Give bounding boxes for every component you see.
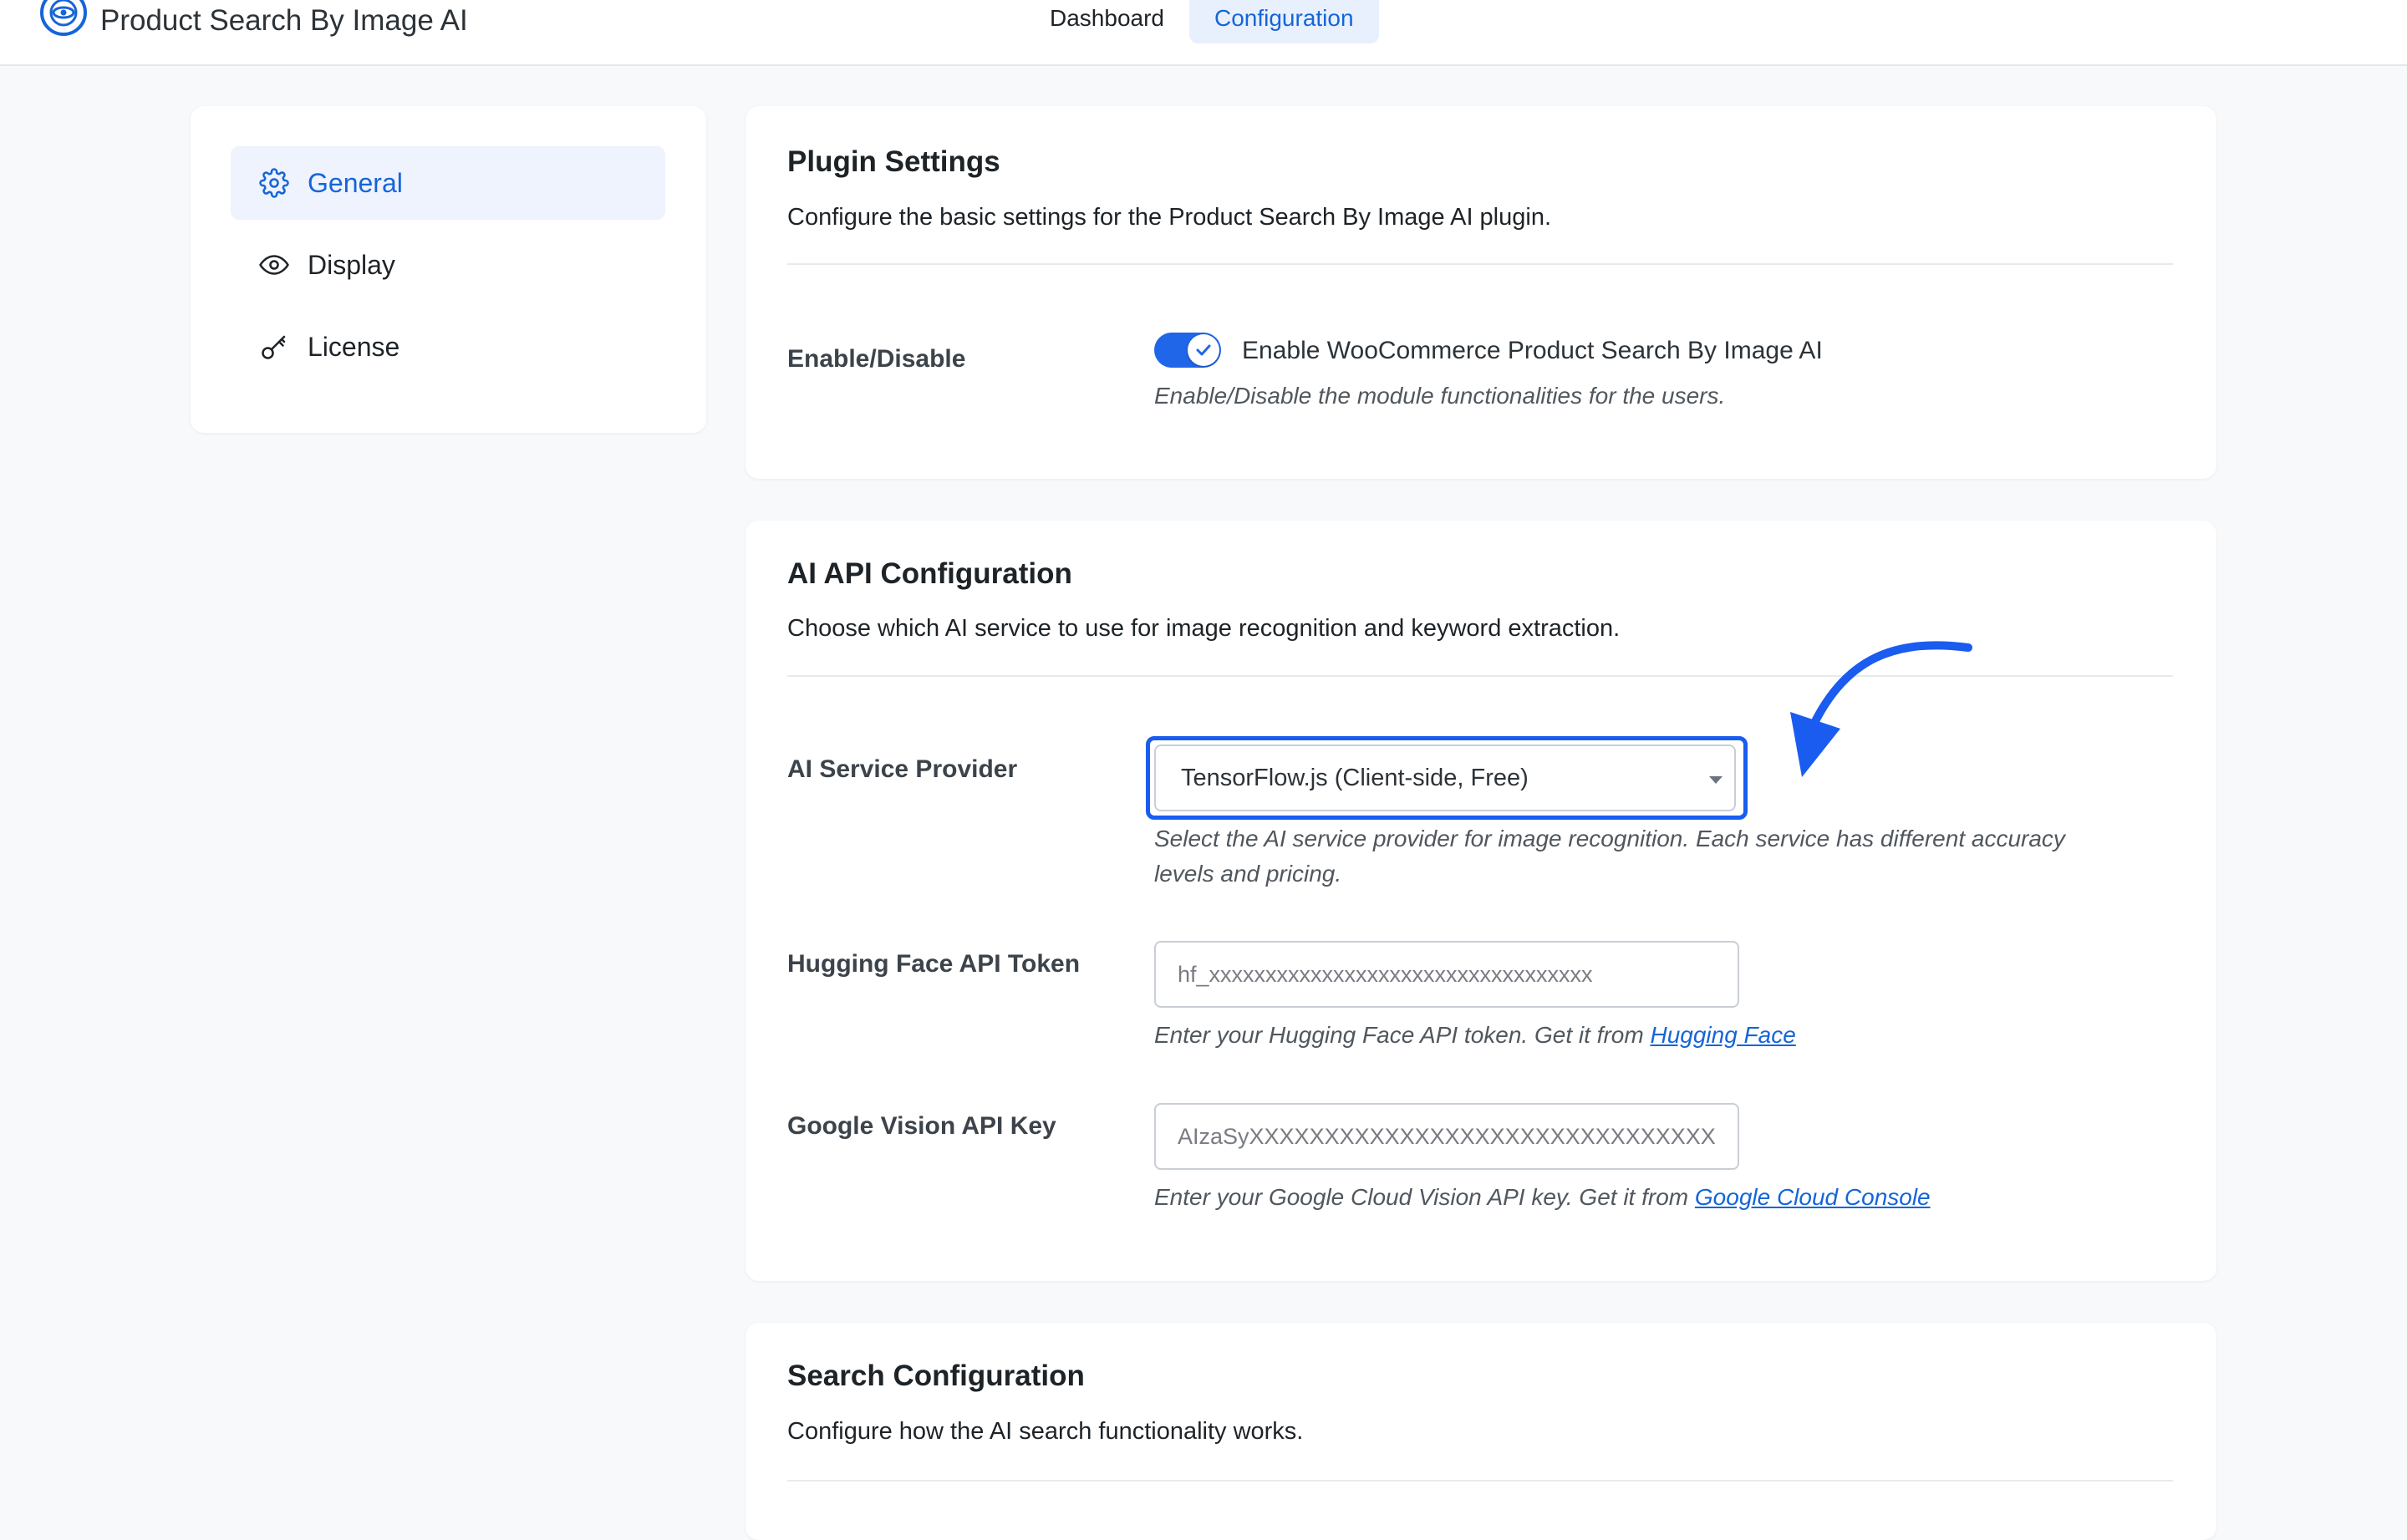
tab-configuration[interactable]: Configuration	[1188, 0, 1379, 43]
brand-title: Product Search By Image AI	[100, 4, 468, 37]
enable-help-text: Enable/Disable the module functionalitie…	[1154, 383, 1726, 409]
search-config-card: Search Configuration Configure how the A…	[746, 1323, 2216, 1540]
sidebar-item-license[interactable]: License	[231, 310, 665, 384]
google-cloud-console-link[interactable]: Google Cloud Console	[1695, 1184, 1931, 1210]
hugging-face-link[interactable]: Hugging Face	[1650, 1022, 1795, 1048]
enable-toggle-text: Enable WooCommerce Product Search By Ima…	[1242, 337, 1823, 364]
hugging-face-token-input[interactable]	[1154, 941, 1739, 1008]
sidebar-item-display[interactable]: Display	[231, 228, 665, 302]
brand-logo-icon	[40, 0, 87, 36]
chevron-down-icon	[1709, 776, 1723, 784]
search-config-title: Search Configuration	[787, 1360, 1085, 1392]
ai-provider-label: AI Service Provider	[787, 755, 1018, 783]
ai-provider-help-line: levels and pricing.	[1154, 861, 1342, 887]
gear-icon	[259, 168, 289, 198]
key-icon	[262, 335, 286, 359]
ai-provider-help-text: Select the AI service provider for image…	[1154, 821, 2065, 892]
eye-icon	[259, 255, 289, 275]
top-nav: Dashboard Configuration	[1025, 0, 1379, 43]
hugging-face-help-prefix: Enter your Hugging Face API token. Get i…	[1154, 1022, 1651, 1048]
google-vision-key-input[interactable]	[1154, 1103, 1739, 1170]
toggle-knob	[1188, 334, 1219, 366]
sidebar-item-label: License	[308, 331, 400, 362]
enable-disable-label: Enable/Disable	[787, 345, 966, 373]
ai-api-card: AI API Configuration Choose which AI ser…	[746, 521, 2216, 1281]
sidebar-item-general[interactable]: General	[231, 146, 665, 220]
annotation-arrow-icon	[1790, 641, 1972, 777]
ai-provider-selected-value: TensorFlow.js (Client-side, Free)	[1181, 764, 1529, 791]
sidebar-item-label: General	[308, 167, 403, 198]
settings-sidebar: General Display License	[191, 106, 706, 433]
plugin-settings-description: Configure the basic settings for the Pro…	[787, 204, 1552, 231]
ai-api-title: AI API Configuration	[787, 557, 1072, 590]
divider	[787, 1480, 2173, 1482]
enable-toggle[interactable]	[1154, 333, 1221, 368]
tab-dashboard[interactable]: Dashboard	[1025, 0, 1189, 43]
ai-provider-select[interactable]: TensorFlow.js (Client-side, Free)	[1154, 745, 1736, 811]
divider	[787, 263, 2173, 265]
ai-provider-help-line: Select the AI service provider for image…	[1154, 826, 2065, 851]
search-config-description: Configure how the AI search functionalit…	[787, 1418, 1304, 1445]
sidebar-item-label: Display	[308, 249, 395, 280]
plugin-settings-title: Plugin Settings	[787, 145, 1000, 178]
ai-api-description: Choose which AI service to use for image…	[787, 615, 1621, 642]
brand[interactable]: Product Search By Image AI	[38, 0, 468, 42]
hugging-face-help-text: Enter your Hugging Face API token. Get i…	[1154, 1018, 1796, 1053]
hugging-face-token-label: Hugging Face API Token	[787, 950, 1081, 978]
google-vision-help-prefix: Enter your Google Cloud Vision API key. …	[1154, 1184, 1695, 1210]
plugin-settings-card: Plugin Settings Configure the basic sett…	[746, 106, 2216, 479]
top-bar: Product Search By Image AI Dashboard Con…	[0, 0, 2407, 66]
google-vision-key-label: Google Vision API Key	[787, 1112, 1056, 1140]
google-vision-help-text: Enter your Google Cloud Vision API key. …	[1154, 1180, 1931, 1215]
check-icon	[1196, 344, 1211, 356]
